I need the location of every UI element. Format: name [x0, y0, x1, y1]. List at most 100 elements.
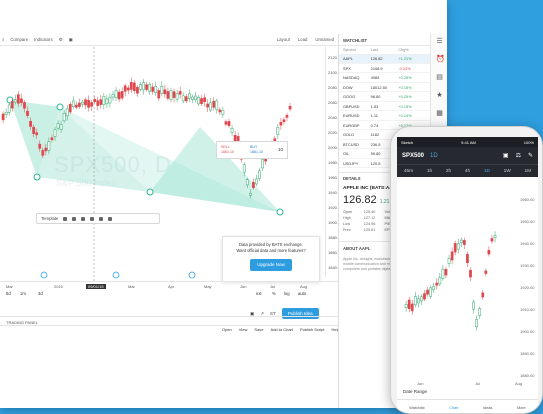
- auto-toggle[interactable]: auto: [298, 291, 306, 296]
- interval-2h[interactable]: 2h: [446, 169, 451, 174]
- candle-body: [282, 119, 286, 122]
- interval-4h[interactable]: 4h: [465, 169, 470, 174]
- lock-icon[interactable]: [99, 216, 104, 221]
- menu-open[interactable]: Open: [222, 327, 232, 332]
- candle-body: [169, 90, 173, 100]
- indicators-button[interactable]: Indicators: [34, 37, 53, 42]
- stat-cell: High: [343, 216, 351, 220]
- indicators-icon[interactable]: ⚖: [516, 152, 521, 159]
- watchlist-row[interactable]: EURUSD 1.11 +0.24%: [339, 111, 430, 121]
- event-marker: [112, 271, 120, 279]
- draw-icon[interactable]: ✎: [528, 152, 533, 159]
- candle-body: [279, 121, 283, 126]
- watchlist-columns: Symbol Last Chg%: [339, 46, 430, 54]
- candle-body: [65, 108, 69, 117]
- col-change[interactable]: Chg%: [398, 48, 426, 52]
- row-change: +0.15%: [398, 103, 412, 109]
- percent-toggle[interactable]: %: [272, 291, 276, 296]
- menu-view[interactable]: View: [239, 327, 248, 332]
- interval-1h[interactable]: 1h: [427, 169, 432, 174]
- menu-add-to-chart[interactable]: Add to Chart: [271, 327, 293, 332]
- ext-toggle[interactable]: ext: [256, 291, 262, 296]
- tab-chart[interactable]: Chart: [449, 406, 458, 410]
- row-symbol: SPX: [343, 65, 351, 71]
- calendar-icon[interactable]: ▦: [436, 110, 443, 117]
- camera-icon[interactable]: ▣: [503, 152, 509, 159]
- candle-body: [276, 127, 280, 135]
- date-range-label[interactable]: Date Range: [403, 389, 427, 394]
- alerts-icon[interactable]: ⏰: [436, 56, 445, 63]
- template-dropdown[interactable]: Template: [41, 216, 58, 221]
- settings-icon[interactable]: ⚙: [59, 37, 63, 43]
- trash-icon[interactable]: [108, 216, 113, 221]
- tab-watchlist[interactable]: Watchlist: [409, 406, 424, 410]
- watchlist-row[interactable]: AAPL 126.82 +1.21%: [339, 54, 430, 64]
- range-5d[interactable]: 5d: [6, 291, 11, 296]
- phone-price-chart[interactable]: [397, 177, 538, 387]
- candle-body: [71, 100, 75, 108]
- candle-body: [53, 129, 57, 137]
- watchlist-row[interactable]: GOOG 96.80 +0.25%: [339, 92, 430, 102]
- price-axis[interactable]: 2120.00 2100.00 2080.00 2060.00 2040.00 2020.…: [325, 47, 342, 277]
- interval-1M[interactable]: 1M: [524, 169, 531, 174]
- line-color-icon[interactable]: [72, 216, 77, 221]
- candle-body: [78, 102, 81, 107]
- candle-body: [435, 282, 439, 286]
- candle-body: [108, 96, 112, 104]
- event-marker: [188, 271, 196, 279]
- time-axis[interactable]: Mar2015FebMarAprMayJunJulAug09/01/15: [0, 281, 338, 289]
- order-ticket[interactable]: SELL 1881.10 BUY 1881.10 10: [216, 141, 288, 159]
- candle-body: [129, 81, 133, 90]
- symbol-search-icon[interactable]: ⌕: [2, 37, 4, 42]
- candle-body: [184, 96, 188, 102]
- candle-body: [203, 97, 206, 103]
- phone-interval[interactable]: 1D: [430, 153, 438, 159]
- stat-cell: 127.12: [363, 216, 376, 220]
- menu-save[interactable]: Save: [254, 327, 263, 332]
- watchlist-row[interactable]: SPX 2108.9 -0.24%: [339, 64, 430, 73]
- quantity-field[interactable]: 10: [278, 147, 283, 152]
- line-style-icon[interactable]: [81, 216, 86, 221]
- pencil-icon[interactable]: [63, 216, 68, 221]
- layout-button[interactable]: Layout: [277, 37, 290, 42]
- candle-body: [123, 85, 127, 92]
- watchlist-row[interactable]: GBPUSD 1.53 +0.15%: [339, 102, 430, 111]
- upgrade-button[interactable]: Upgrade Now: [250, 259, 292, 271]
- log-toggle[interactable]: log: [284, 291, 290, 296]
- candle-body: [151, 86, 155, 92]
- watchlist-row[interactable]: DOW 18012.50 +0.15%: [339, 83, 430, 92]
- trading-panel-bar[interactable]: TRADING PANEL: [0, 316, 338, 326]
- drawing-toolbar[interactable]: Template: [36, 213, 160, 224]
- candle-body: [111, 94, 115, 98]
- load-button[interactable]: Load: [298, 37, 308, 42]
- hotlist-icon[interactable]: ★: [436, 92, 443, 99]
- phone-symbol[interactable]: SPX500: [402, 153, 424, 159]
- interval-1D[interactable]: 1D: [484, 169, 490, 174]
- unnamed-layout-button[interactable]: Unnamed: [315, 37, 334, 42]
- watchlist-row[interactable]: NASDAQ 4984 +0.25%: [339, 73, 430, 83]
- buy-button[interactable]: BUY 1881.10: [250, 145, 263, 155]
- candle-body: [50, 137, 54, 141]
- row-last: 1.11: [370, 113, 378, 118]
- compare-button[interactable]: Compare: [10, 37, 28, 42]
- candle-body: [136, 87, 139, 94]
- phone-time-tick: Aug: [515, 381, 523, 386]
- text-icon[interactable]: [90, 216, 95, 221]
- menu-publish-script[interactable]: Publish Script: [300, 327, 324, 332]
- range-1m[interactable]: 1m: [20, 291, 26, 296]
- col-last[interactable]: Last: [371, 48, 399, 52]
- interval-1W[interactable]: 1W: [504, 169, 511, 174]
- range-3d[interactable]: 3d: [38, 291, 43, 296]
- candle-body: [450, 251, 454, 261]
- col-symbol[interactable]: Symbol: [343, 48, 371, 52]
- camera-icon[interactable]: ▣: [69, 37, 73, 43]
- watchlist-icon[interactable]: ☰: [436, 38, 443, 45]
- tab-ideas[interactable]: Ideas: [483, 406, 492, 410]
- sell-button[interactable]: SELL 1881.10: [221, 145, 234, 155]
- data-window-icon[interactable]: ▤: [436, 74, 443, 81]
- candle-body: [209, 102, 213, 111]
- interval-45m[interactable]: 45m: [404, 169, 413, 174]
- tab-more[interactable]: More: [517, 406, 526, 410]
- candle-body: [423, 293, 426, 300]
- candle-body: [157, 90, 161, 99]
